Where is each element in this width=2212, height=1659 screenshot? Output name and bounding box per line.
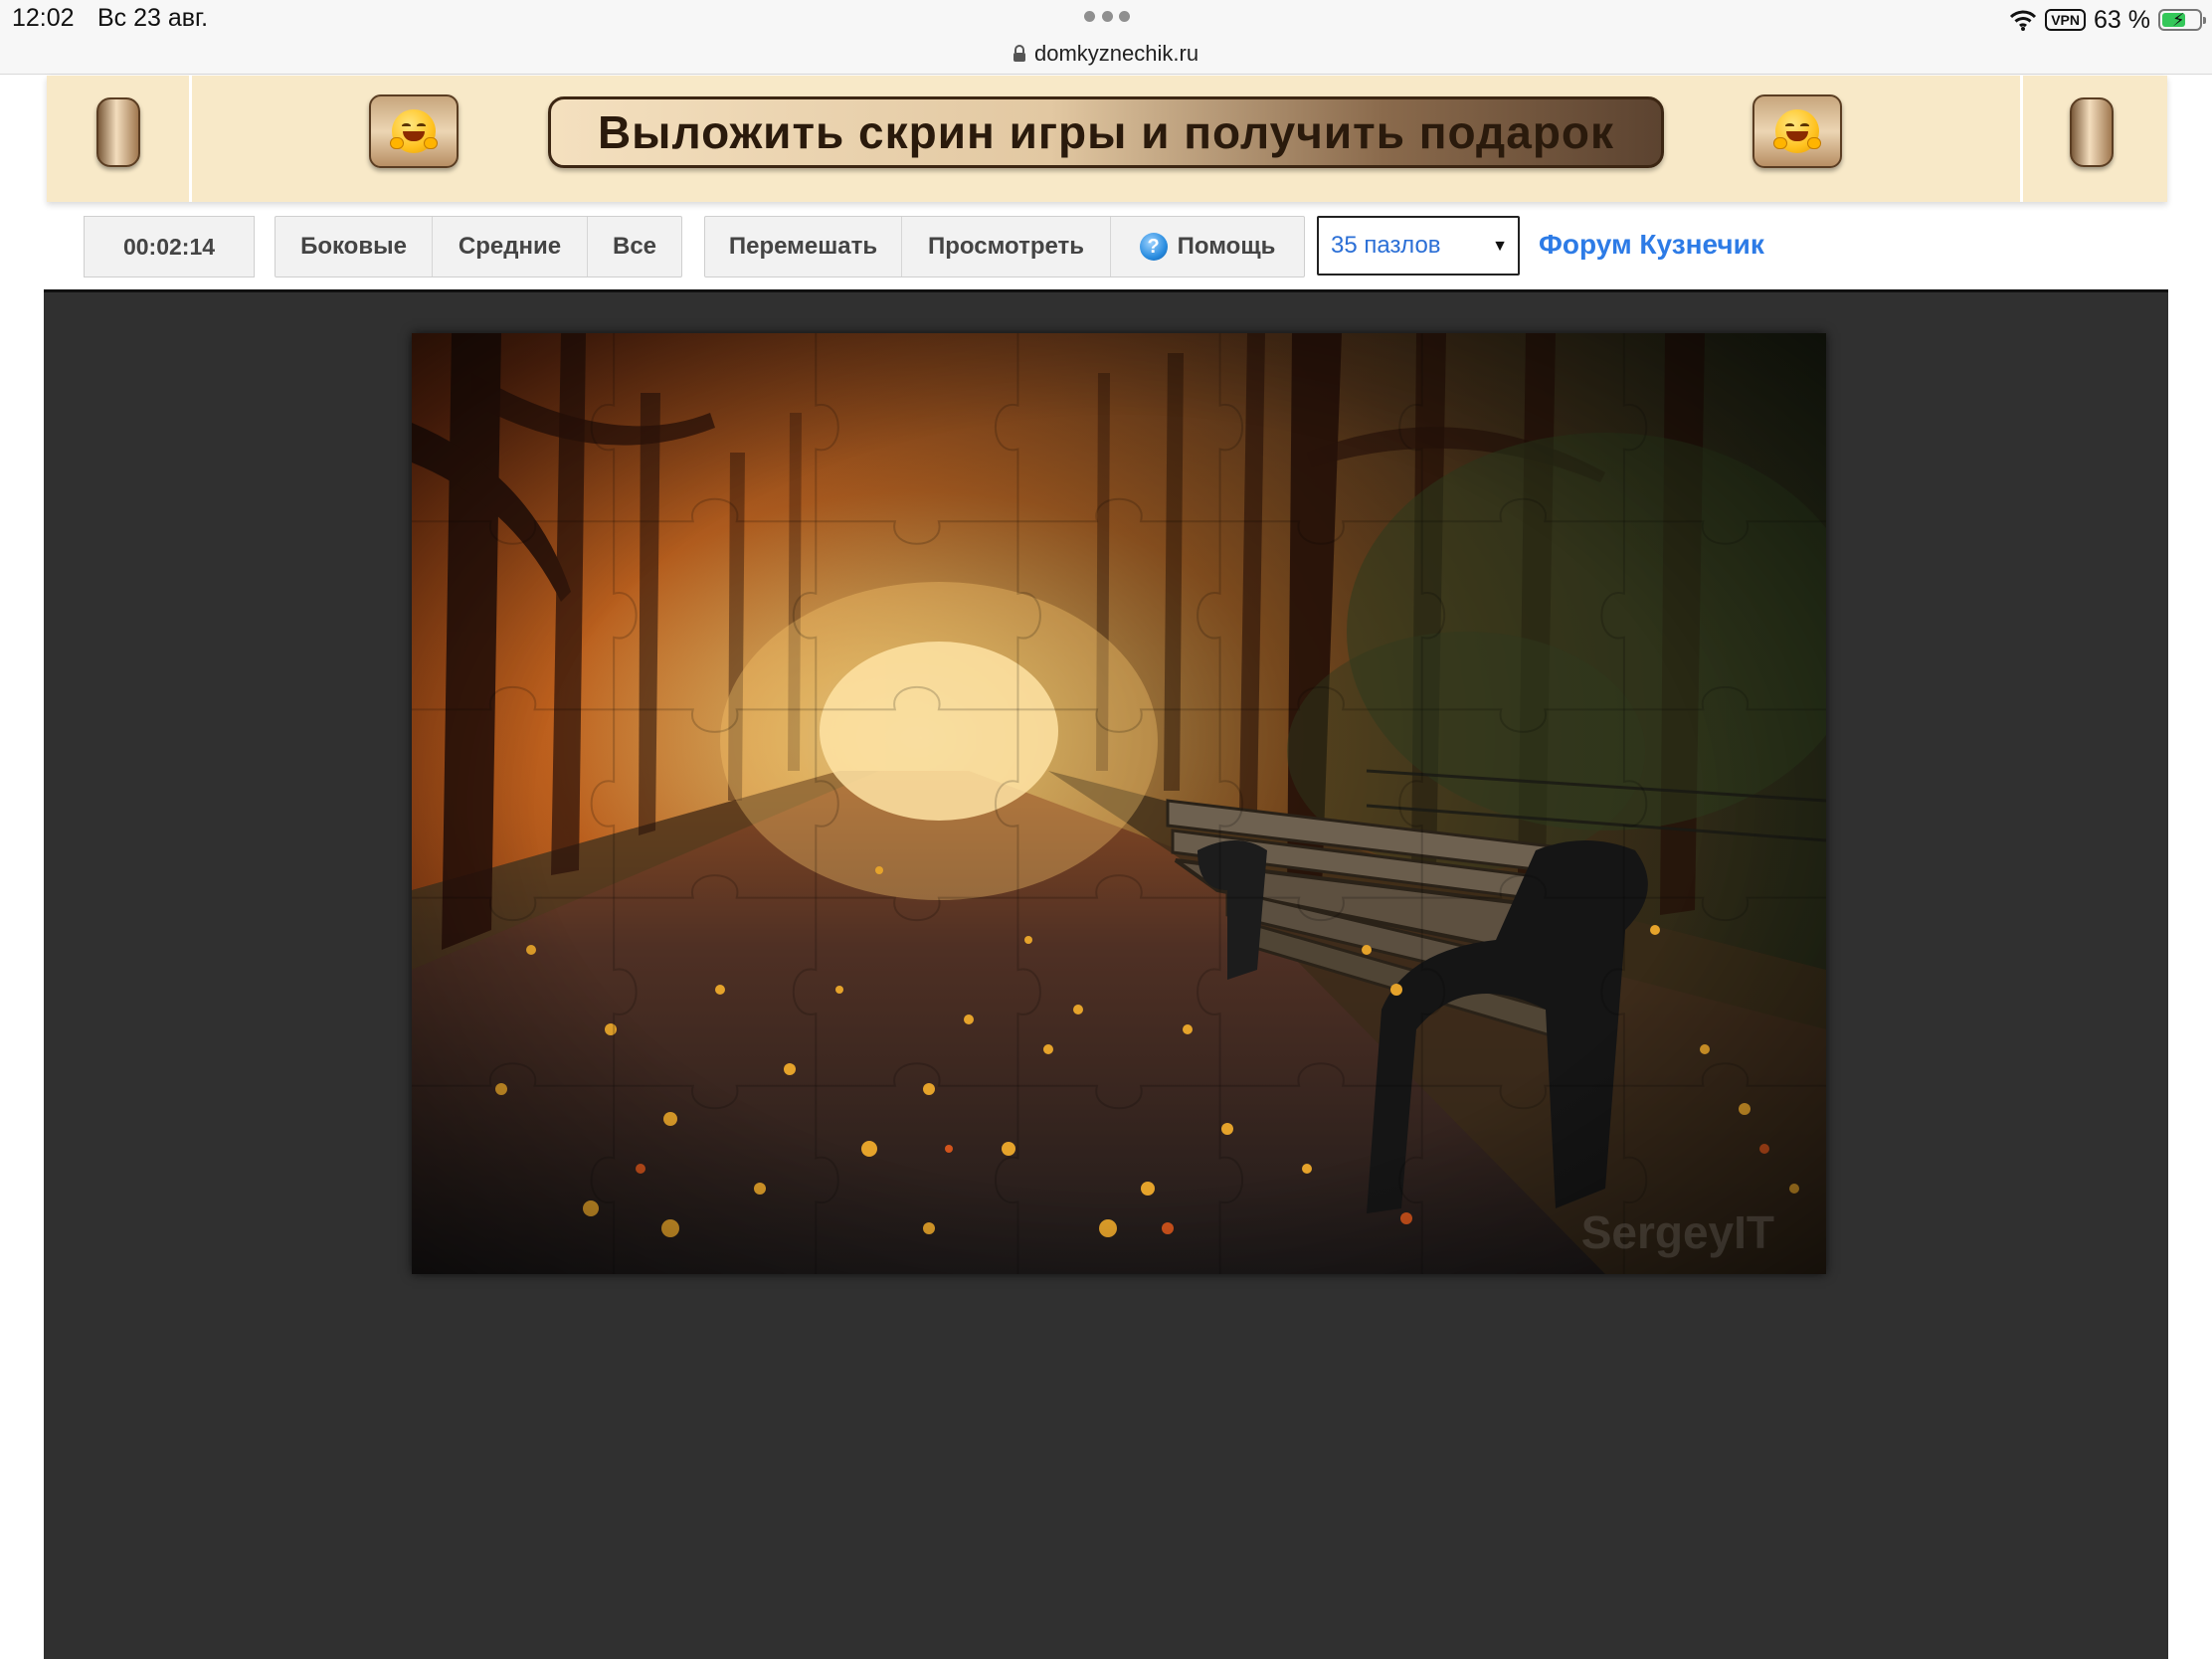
- battery-icon: ⚡: [2158, 9, 2206, 31]
- url-text: domkyznechik.ru: [1034, 41, 1199, 66]
- date: Вс 23 авг.: [97, 4, 209, 32]
- banner-right-ornament: [2070, 97, 2114, 167]
- filter-edges-button[interactable]: Боковые: [276, 217, 433, 276]
- shuffle-button[interactable]: Перемешать: [705, 217, 902, 276]
- battery-percent: 63 %: [2094, 5, 2150, 34]
- game-timer: 00:02:14: [84, 216, 255, 277]
- filter-middle-button[interactable]: Средние: [433, 217, 588, 276]
- vpn-badge: VPN: [2045, 9, 2087, 31]
- puzzle-image[interactable]: SergeyIT: [412, 333, 1826, 1274]
- piece-filter-group: Боковые Средние Все: [275, 216, 682, 277]
- banner-left-ornament: [96, 97, 140, 167]
- help-icon: ?: [1139, 233, 1168, 261]
- forum-link[interactable]: Форум Кузнечик: [1539, 229, 1764, 261]
- piece-count-select[interactable]: 35 пазлов ▼: [1317, 216, 1520, 276]
- browser-status-bar: 12:02 Вс 23 авг. domkyznechik.ru VPN 63 …: [0, 0, 2212, 75]
- banner-title-button[interactable]: Выложить скрин игры и получить подарок: [548, 96, 1664, 168]
- wifi-icon: [2010, 10, 2037, 31]
- dropdown-arrow-icon: ▼: [1492, 238, 1508, 255]
- banner-title: Выложить скрин игры и получить подарок: [597, 106, 1615, 158]
- help-button[interactable]: ? Помощь: [1111, 217, 1304, 276]
- piece-count-value: 35 пазлов: [1331, 232, 1441, 259]
- preview-button[interactable]: Просмотреть: [902, 217, 1111, 276]
- address-bar[interactable]: domkyznechik.ru: [1013, 40, 1198, 68]
- image-watermark: SergeyIT: [1581, 1206, 1774, 1258]
- puzzle-scene: SergeyIT: [412, 333, 1826, 1274]
- puzzle-actions-group: Перемешать Просмотреть ? Помощь: [704, 216, 1305, 277]
- help-label: Помощь: [1177, 233, 1276, 260]
- filter-all-button[interactable]: Все: [588, 217, 681, 276]
- clock: 12:02: [12, 4, 75, 32]
- lock-icon: [1014, 45, 1025, 62]
- hugging-face-icon: [369, 94, 459, 168]
- hugging-face-icon: [1752, 94, 1842, 168]
- multitasking-dots-icon[interactable]: [1084, 11, 1130, 23]
